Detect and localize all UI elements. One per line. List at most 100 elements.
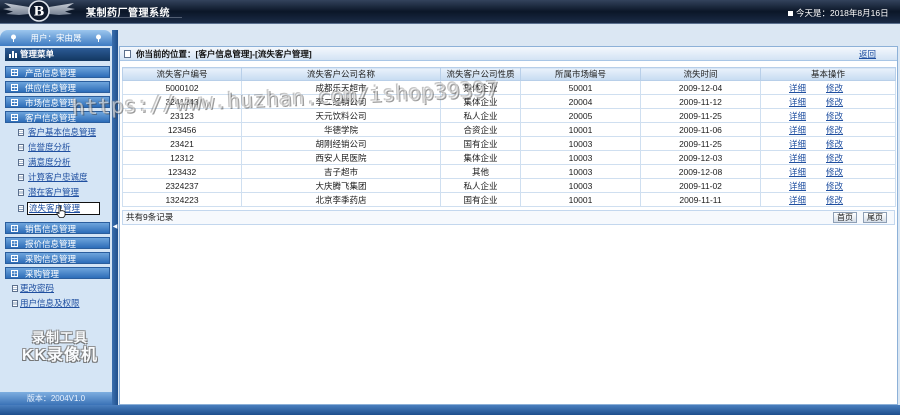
- edit-link[interactable]: 修改: [826, 181, 843, 191]
- detail-link[interactable]: 详细: [789, 125, 806, 135]
- cell-actions: 详细 修改: [760, 178, 896, 193]
- cell-company-type: 集体企业: [440, 150, 521, 165]
- detail-link[interactable]: 详细: [789, 97, 806, 107]
- cell-company-name: 胡刚经销公司: [241, 136, 441, 151]
- menu-group-supply[interactable]: 供应信息管理: [5, 81, 110, 93]
- detail-link[interactable]: 详细: [789, 153, 806, 163]
- edit-link[interactable]: 修改: [826, 97, 843, 107]
- square-bullet-icon: [788, 10, 793, 16]
- edit-link[interactable]: 修改: [826, 125, 843, 135]
- cell-lost-date: 2009-11-12: [640, 94, 761, 109]
- cell-customer-id: 1324223: [122, 192, 242, 207]
- cell-market-id: 10003: [520, 150, 641, 165]
- grid-icon: [11, 84, 18, 91]
- cell-market-id: 50001: [520, 80, 641, 95]
- menu-group-customer[interactable]: 客户信息管理: [5, 111, 110, 123]
- menu-group-quotation[interactable]: 报价信息管理: [5, 237, 110, 249]
- menu-item-loyalty[interactable]: 计算客户忠诚度: [16, 171, 108, 184]
- detail-link[interactable]: 详细: [789, 83, 806, 93]
- app-header: B 某制药厂管理系统 今天是：2018年8月16日: [0, 0, 900, 24]
- cell-company-type: 国有企业: [440, 192, 521, 207]
- last-page-button[interactable]: 尾页: [863, 212, 887, 223]
- recorder-watermark-line1: 录制工具: [31, 330, 88, 345]
- cell-customer-id: 3241243: [122, 94, 242, 109]
- user-permissions-link[interactable]: 用户信息及权限: [10, 297, 105, 310]
- page-icon: [12, 285, 18, 292]
- cell-lost-date: 2009-12-08: [640, 164, 761, 179]
- link-label: 更改密码: [20, 283, 55, 293]
- detail-link[interactable]: 详细: [789, 167, 806, 177]
- hand-cursor-icon: [56, 205, 66, 218]
- menu-group-label: 客户信息管理: [25, 113, 77, 123]
- recorder-watermark: 录制工具 KK录像机: [14, 330, 106, 366]
- cell-lost-date: 2009-12-04: [640, 80, 761, 95]
- menu-group-label: 市场信息管理: [25, 98, 77, 108]
- cell-lost-date: 2009-11-11: [640, 192, 761, 207]
- first-page-button[interactable]: 首页: [833, 212, 857, 223]
- menu-item-potential-customers[interactable]: 潜在客户管理: [16, 186, 108, 199]
- cell-company-name: 成都乐天超市: [241, 80, 441, 95]
- detail-link[interactable]: 详细: [789, 111, 806, 121]
- menu-item-customer-basic[interactable]: 客户基本信息管理: [16, 126, 108, 139]
- page-icon: [18, 205, 24, 212]
- menu-group-label: 产品信息管理: [25, 68, 77, 78]
- cell-company-name: 大庆腾飞集团: [241, 178, 441, 193]
- cell-lost-date: 2009-11-06: [640, 122, 761, 137]
- cell-company-name: 李二经销公司: [241, 94, 441, 109]
- edit-link[interactable]: 修改: [826, 195, 843, 205]
- cell-customer-id: 12312: [122, 150, 242, 165]
- page-icon: [18, 129, 24, 136]
- grid-icon: [11, 114, 18, 121]
- page-icon: [18, 144, 24, 151]
- column-header: 流失客户公司性质: [440, 67, 521, 81]
- menu-group-purchase[interactable]: 采购管理: [5, 267, 110, 279]
- cell-company-type: 集体企业: [440, 94, 521, 109]
- cell-customer-id: 23123: [122, 108, 242, 123]
- menu-item-label: 信誉度分析: [28, 142, 71, 152]
- menu-group-product[interactable]: 产品信息管理: [5, 66, 110, 78]
- breadcrumb-path: [客户信息管理]-[流失客户管理]: [195, 49, 312, 59]
- menu-group-purchase-info[interactable]: 采购信息管理: [5, 252, 110, 264]
- grid-icon: [11, 99, 18, 106]
- sidebar-splitter[interactable]: ◀: [112, 30, 118, 405]
- edit-link[interactable]: 修改: [826, 167, 843, 177]
- cell-actions: 详细 修改: [760, 122, 896, 137]
- user-label: 用户：宋由晟: [30, 33, 82, 43]
- column-header: 流失时间: [640, 67, 761, 81]
- location-icon: [124, 50, 131, 58]
- collapse-arrow-icon[interactable]: ◀: [112, 222, 118, 232]
- column-header: 流失客户公司名称: [241, 67, 441, 81]
- detail-link[interactable]: 详细: [789, 195, 806, 205]
- cell-actions: 详细 修改: [760, 150, 896, 165]
- detail-link[interactable]: 详细: [789, 181, 806, 191]
- menu-item-satisfaction-analysis[interactable]: 满意度分析: [16, 156, 108, 169]
- menu-group-label: 销售信息管理: [25, 224, 77, 234]
- edit-link[interactable]: 修改: [826, 111, 843, 121]
- edit-link[interactable]: 修改: [826, 83, 843, 93]
- back-link[interactable]: 返回: [859, 47, 876, 61]
- table-row: 12312 西安人民医院 集体企业 10003 2009-12-03 详细 修改: [122, 150, 896, 165]
- menu-item-credit-analysis[interactable]: 信誉度分析: [16, 141, 108, 154]
- cell-market-id: 10001: [520, 122, 641, 137]
- menu-item-label: 满意度分析: [28, 157, 71, 167]
- cell-market-id: 10001: [520, 192, 641, 207]
- page-icon: [12, 300, 18, 307]
- breadcrumb: 你当前的位置：[客户信息管理]-[流失客户管理] 返回: [120, 47, 897, 61]
- menu-group-sales[interactable]: 销售信息管理: [5, 222, 110, 234]
- cell-customer-id: 2324237: [122, 178, 242, 193]
- detail-link[interactable]: 详细: [789, 139, 806, 149]
- cell-market-id: 10003: [520, 178, 641, 193]
- menu-group-market[interactable]: 市场信息管理: [5, 96, 110, 108]
- page-icon: [18, 159, 24, 166]
- cell-market-id: 10003: [520, 136, 641, 151]
- edit-link[interactable]: 修改: [826, 153, 843, 163]
- cell-lost-date: 2009-11-25: [640, 136, 761, 151]
- cell-company-type: 集体企业: [440, 80, 521, 95]
- change-password-link[interactable]: 更改密码: [10, 282, 105, 295]
- edit-link[interactable]: 修改: [826, 139, 843, 149]
- menu-group-label: 报价信息管理: [25, 239, 77, 249]
- user-band: 用户：宋由晟: [0, 30, 112, 46]
- menu-title: 管理菜单: [5, 48, 110, 61]
- version-label: 版本：2004V1.0: [0, 392, 112, 405]
- table-row: 3241243 李二经销公司 集体企业 20004 2009-11-12 详细 修…: [122, 94, 896, 109]
